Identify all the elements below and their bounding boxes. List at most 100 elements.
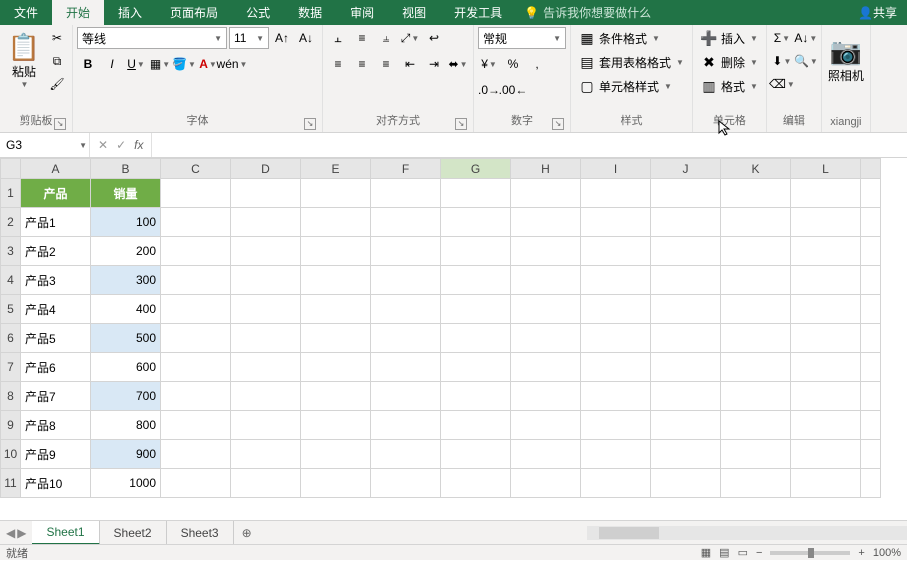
- tell-me-search[interactable]: 💡 告诉我你想要做什么: [516, 0, 651, 25]
- column-header-H[interactable]: H: [511, 159, 581, 179]
- sheet-tab-Sheet3[interactable]: Sheet3: [167, 521, 234, 545]
- cell-J3[interactable]: [651, 237, 721, 266]
- cell-B1[interactable]: 销量: [91, 179, 161, 208]
- column-header-extra[interactable]: [861, 159, 881, 179]
- cell-D5[interactable]: [231, 295, 301, 324]
- wrap-text-button[interactable]: ↩: [423, 27, 445, 49]
- name-box[interactable]: G3▼: [0, 133, 90, 157]
- cell-J11[interactable]: [651, 469, 721, 498]
- formula-input[interactable]: [152, 133, 907, 157]
- cell-C2[interactable]: [161, 208, 231, 237]
- select-all-corner[interactable]: [1, 159, 21, 179]
- cell-C7[interactable]: [161, 353, 231, 382]
- row-header-4[interactable]: 4: [1, 266, 21, 295]
- cell-D6[interactable]: [231, 324, 301, 353]
- cell-L1[interactable]: [791, 179, 861, 208]
- increase-font-button[interactable]: A↑: [271, 27, 293, 49]
- tab-home[interactable]: 开始: [52, 0, 104, 25]
- autosum-button[interactable]: Σ▼: [771, 27, 793, 49]
- cell-G6[interactable]: [441, 324, 511, 353]
- number-format-select[interactable]: 常规▼: [478, 27, 566, 49]
- cell-A1[interactable]: 产品: [21, 179, 91, 208]
- cell-B3[interactable]: 200: [91, 237, 161, 266]
- sheet-nav-prev[interactable]: ◀: [6, 526, 15, 540]
- cell-C11[interactable]: [161, 469, 231, 498]
- align-left-button[interactable]: ≡: [327, 53, 349, 75]
- cell-H10[interactable]: [511, 440, 581, 469]
- zoom-level[interactable]: 100%: [873, 547, 901, 559]
- cell-G7[interactable]: [441, 353, 511, 382]
- cell-E2[interactable]: [301, 208, 371, 237]
- cell-L4[interactable]: [791, 266, 861, 295]
- sort-filter-button[interactable]: A↓▼: [795, 27, 817, 49]
- cell-L10[interactable]: [791, 440, 861, 469]
- cell-B4[interactable]: 300: [91, 266, 161, 295]
- cell-C6[interactable]: [161, 324, 231, 353]
- cell-C8[interactable]: [161, 382, 231, 411]
- zoom-knob[interactable]: [808, 548, 814, 558]
- cell-D4[interactable]: [231, 266, 301, 295]
- cell-K7[interactable]: [721, 353, 791, 382]
- tab-review[interactable]: 审阅: [336, 0, 388, 25]
- cell-D1[interactable]: [231, 179, 301, 208]
- cell-L9[interactable]: [791, 411, 861, 440]
- tab-page-layout[interactable]: 页面布局: [156, 0, 232, 25]
- cell-G9[interactable]: [441, 411, 511, 440]
- insert-cells-button[interactable]: ➕插入▼: [697, 27, 762, 49]
- cell-K8[interactable]: [721, 382, 791, 411]
- cell-F11[interactable]: [371, 469, 441, 498]
- cell-L8[interactable]: [791, 382, 861, 411]
- italic-button[interactable]: I: [101, 53, 123, 75]
- cell-J1[interactable]: [651, 179, 721, 208]
- decrease-indent-button[interactable]: ⇤: [399, 53, 421, 75]
- column-header-I[interactable]: I: [581, 159, 651, 179]
- sheet-tab-Sheet2[interactable]: Sheet2: [100, 521, 167, 545]
- cell-L11[interactable]: [791, 469, 861, 498]
- cell-J9[interactable]: [651, 411, 721, 440]
- align-center-button[interactable]: ≡: [351, 53, 373, 75]
- tab-data[interactable]: 数据: [284, 0, 336, 25]
- cell-D11[interactable]: [231, 469, 301, 498]
- cell-K1[interactable]: [721, 179, 791, 208]
- cell-I5[interactable]: [581, 295, 651, 324]
- delete-cells-button[interactable]: ✖删除▼: [697, 51, 762, 73]
- cell-G8[interactable]: [441, 382, 511, 411]
- cell-A11[interactable]: 产品10: [21, 469, 91, 498]
- cell-F10[interactable]: [371, 440, 441, 469]
- alignment-launcher[interactable]: ↘: [455, 118, 467, 130]
- cell-I4[interactable]: [581, 266, 651, 295]
- decrease-font-button[interactable]: A↓: [295, 27, 317, 49]
- cell-E1[interactable]: [301, 179, 371, 208]
- cell-H8[interactable]: [511, 382, 581, 411]
- cell-J10[interactable]: [651, 440, 721, 469]
- cell-F3[interactable]: [371, 237, 441, 266]
- column-header-F[interactable]: F: [371, 159, 441, 179]
- fill-color-button[interactable]: 🪣▼: [173, 53, 195, 75]
- cell-C10[interactable]: [161, 440, 231, 469]
- cell-L2[interactable]: [791, 208, 861, 237]
- border-button[interactable]: ▦▼: [149, 53, 171, 75]
- tab-insert[interactable]: 插入: [104, 0, 156, 25]
- cell-F8[interactable]: [371, 382, 441, 411]
- row-header-6[interactable]: 6: [1, 324, 21, 353]
- cell-D7[interactable]: [231, 353, 301, 382]
- column-header-L[interactable]: L: [791, 159, 861, 179]
- align-right-button[interactable]: ≡: [375, 53, 397, 75]
- cell-I11[interactable]: [581, 469, 651, 498]
- cell-K5[interactable]: [721, 295, 791, 324]
- cell-A8[interactable]: 产品7: [21, 382, 91, 411]
- enter-formula-button[interactable]: ✓: [116, 138, 126, 152]
- horizontal-scrollbar[interactable]: [587, 526, 907, 540]
- fill-button[interactable]: ⬇▼: [771, 50, 793, 72]
- camera-button[interactable]: 📷 照相机: [826, 27, 866, 93]
- cell-J8[interactable]: [651, 382, 721, 411]
- orientation-button[interactable]: ⤢▼: [399, 27, 421, 49]
- column-header-D[interactable]: D: [231, 159, 301, 179]
- cell-K6[interactable]: [721, 324, 791, 353]
- cell-E10[interactable]: [301, 440, 371, 469]
- cell-I7[interactable]: [581, 353, 651, 382]
- cell-E4[interactable]: [301, 266, 371, 295]
- cell-I9[interactable]: [581, 411, 651, 440]
- page-break-view-button[interactable]: ▭: [738, 546, 748, 559]
- share-button[interactable]: 👤 共享: [848, 0, 907, 25]
